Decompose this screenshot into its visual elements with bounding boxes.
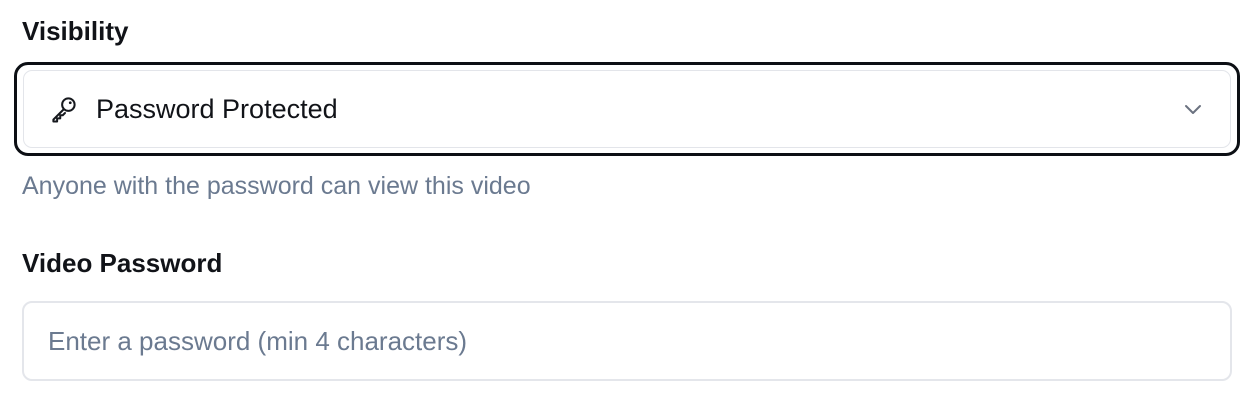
visibility-label: Visibility: [22, 16, 129, 46]
video-password-label: Video Password: [22, 248, 223, 278]
visibility-selected-value: Password Protected: [96, 94, 338, 124]
visibility-help-text: Anyone with the password can view this v…: [22, 172, 531, 200]
video-password-input[interactable]: [22, 301, 1232, 381]
visibility-select-focus-ring: Password Protected: [14, 62, 1240, 156]
key-icon: [48, 93, 80, 125]
chevron-down-icon[interactable]: [1180, 96, 1206, 122]
visibility-select[interactable]: Password Protected: [23, 70, 1231, 148]
